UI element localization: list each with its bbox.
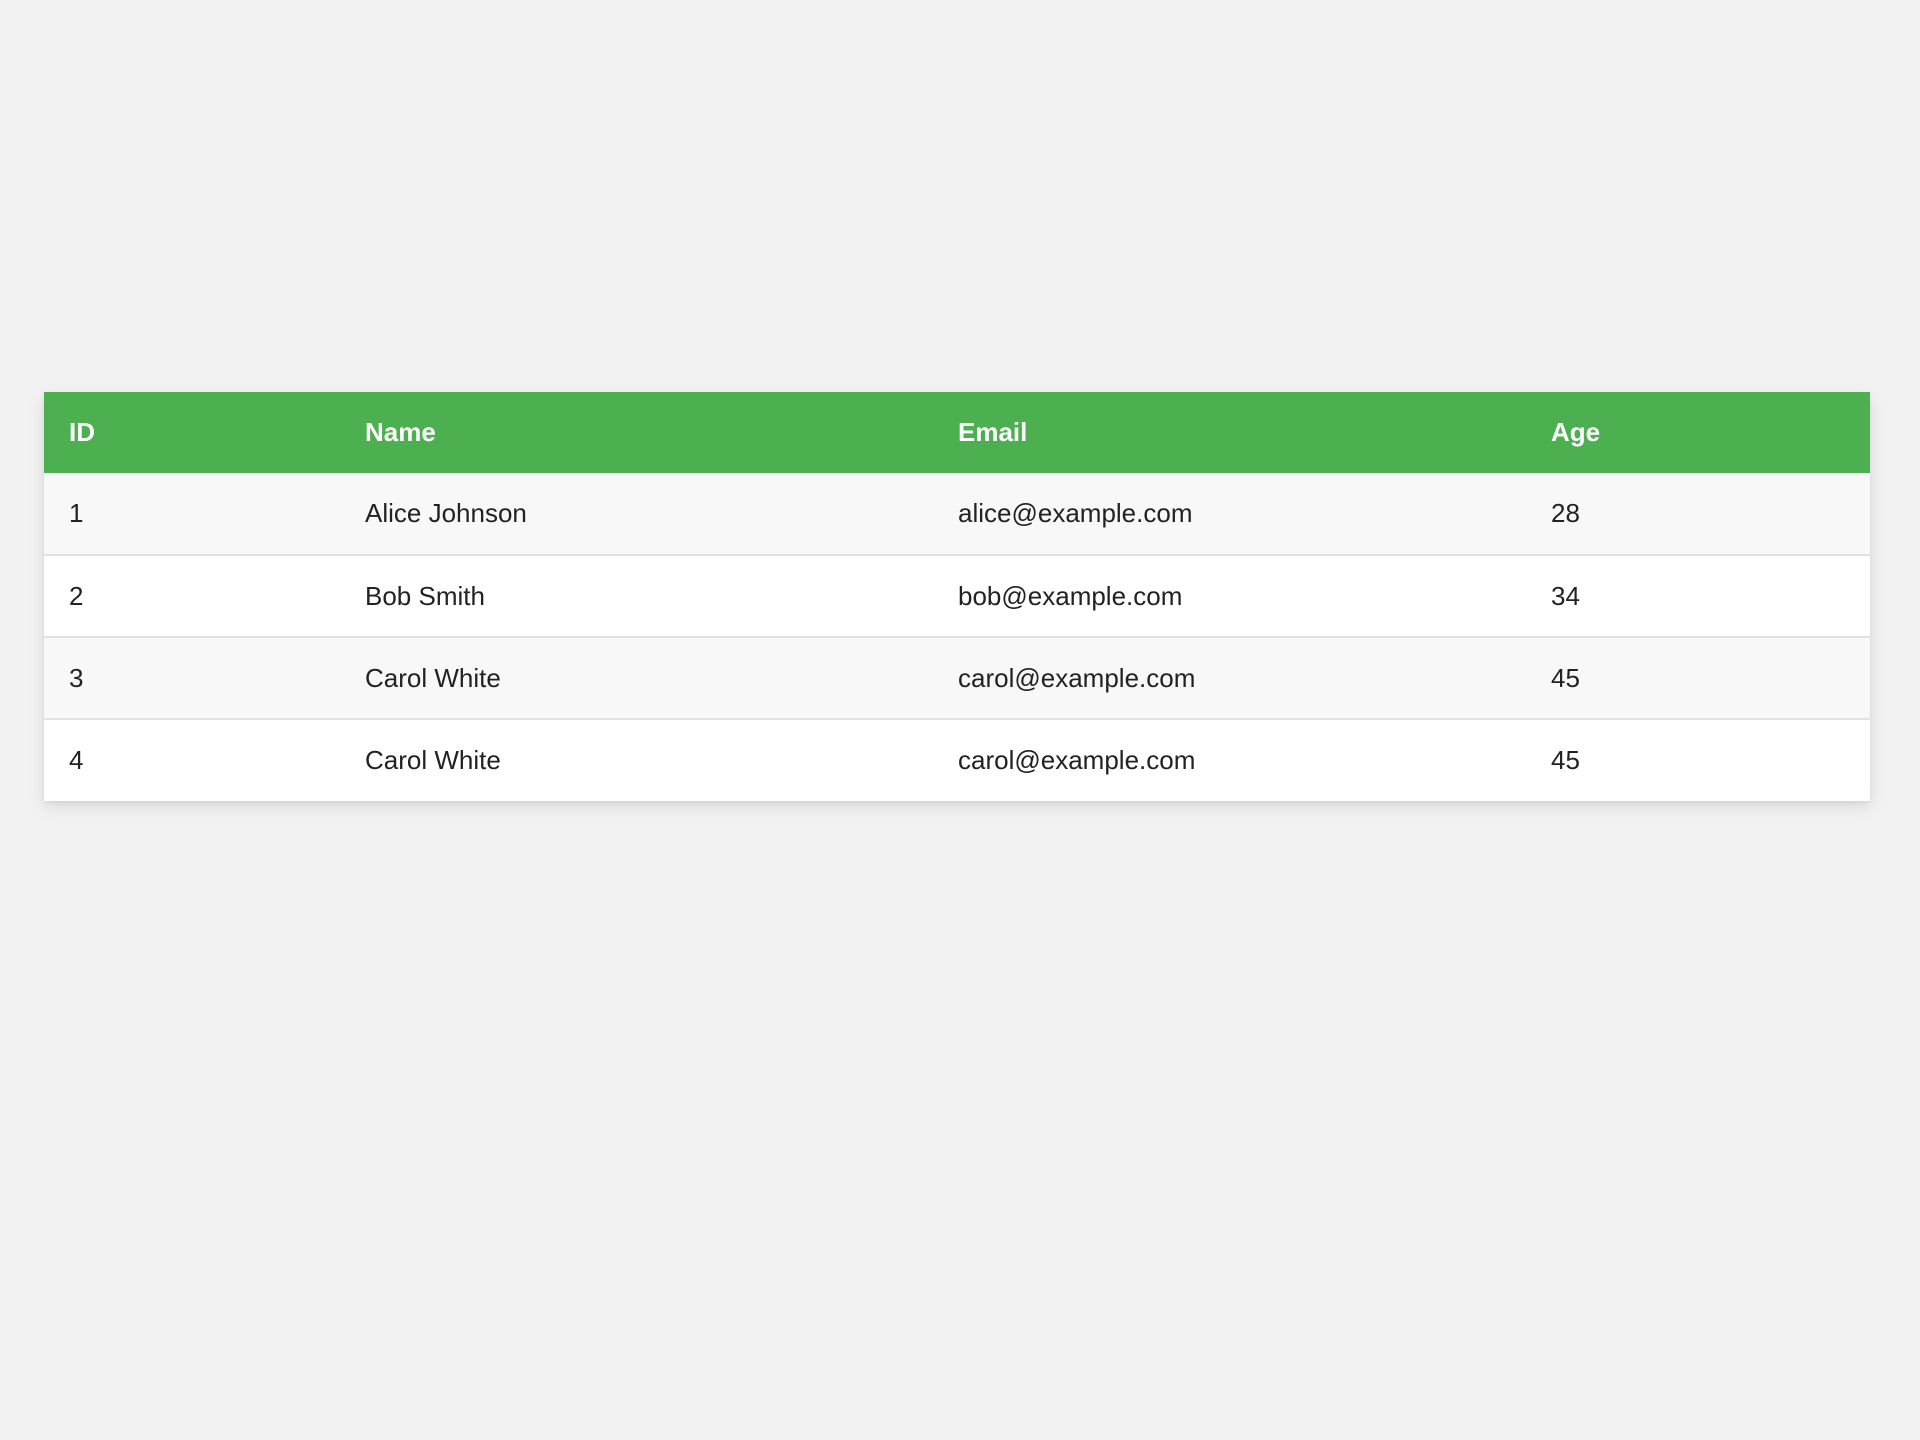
table-row[interactable]: 3 Carol White carol@example.com 45 <box>44 637 1870 719</box>
table-header: ID Name Email Age <box>44 392 1870 473</box>
cell-id: 3 <box>69 662 84 693</box>
users-table-card: ID Name Email Age 1 Alice Johnson alice@… <box>44 392 1870 801</box>
cell-name: Alice Johnson <box>365 498 527 528</box>
cell-name: Carol White <box>365 662 501 693</box>
header-row: ID Name Email Age <box>44 392 1870 473</box>
cell-name: Bob Smith <box>365 580 485 611</box>
cell-email: carol@example.com <box>958 745 1196 775</box>
cell-id: 4 <box>69 745 84 775</box>
table-body: 1 Alice Johnson alice@example.com 28 2 B… <box>44 473 1870 801</box>
column-header-name[interactable]: Name <box>340 392 933 473</box>
cell-email: alice@example.com <box>958 498 1193 528</box>
cell-age: 45 <box>1551 745 1580 775</box>
cell-age: 28 <box>1551 498 1580 528</box>
cell-age: 34 <box>1551 580 1580 611</box>
cell-email: carol@example.com <box>958 662 1196 693</box>
table-row[interactable]: 1 Alice Johnson alice@example.com 28 <box>44 473 1870 555</box>
cell-id: 2 <box>69 580 84 611</box>
column-header-age[interactable]: Age <box>1526 392 1870 473</box>
cell-name: Carol White <box>365 745 501 775</box>
table-row[interactable]: 2 Bob Smith bob@example.com 34 <box>44 555 1870 637</box>
cell-id: 1 <box>69 498 84 528</box>
users-table: ID Name Email Age 1 Alice Johnson alice@… <box>44 392 1870 801</box>
cell-email: bob@example.com <box>958 580 1183 611</box>
cell-age: 45 <box>1551 662 1580 693</box>
column-header-email[interactable]: Email <box>933 392 1526 473</box>
column-header-id[interactable]: ID <box>44 392 340 473</box>
table-row[interactable]: 4 Carol White carol@example.com 45 <box>44 719 1870 801</box>
